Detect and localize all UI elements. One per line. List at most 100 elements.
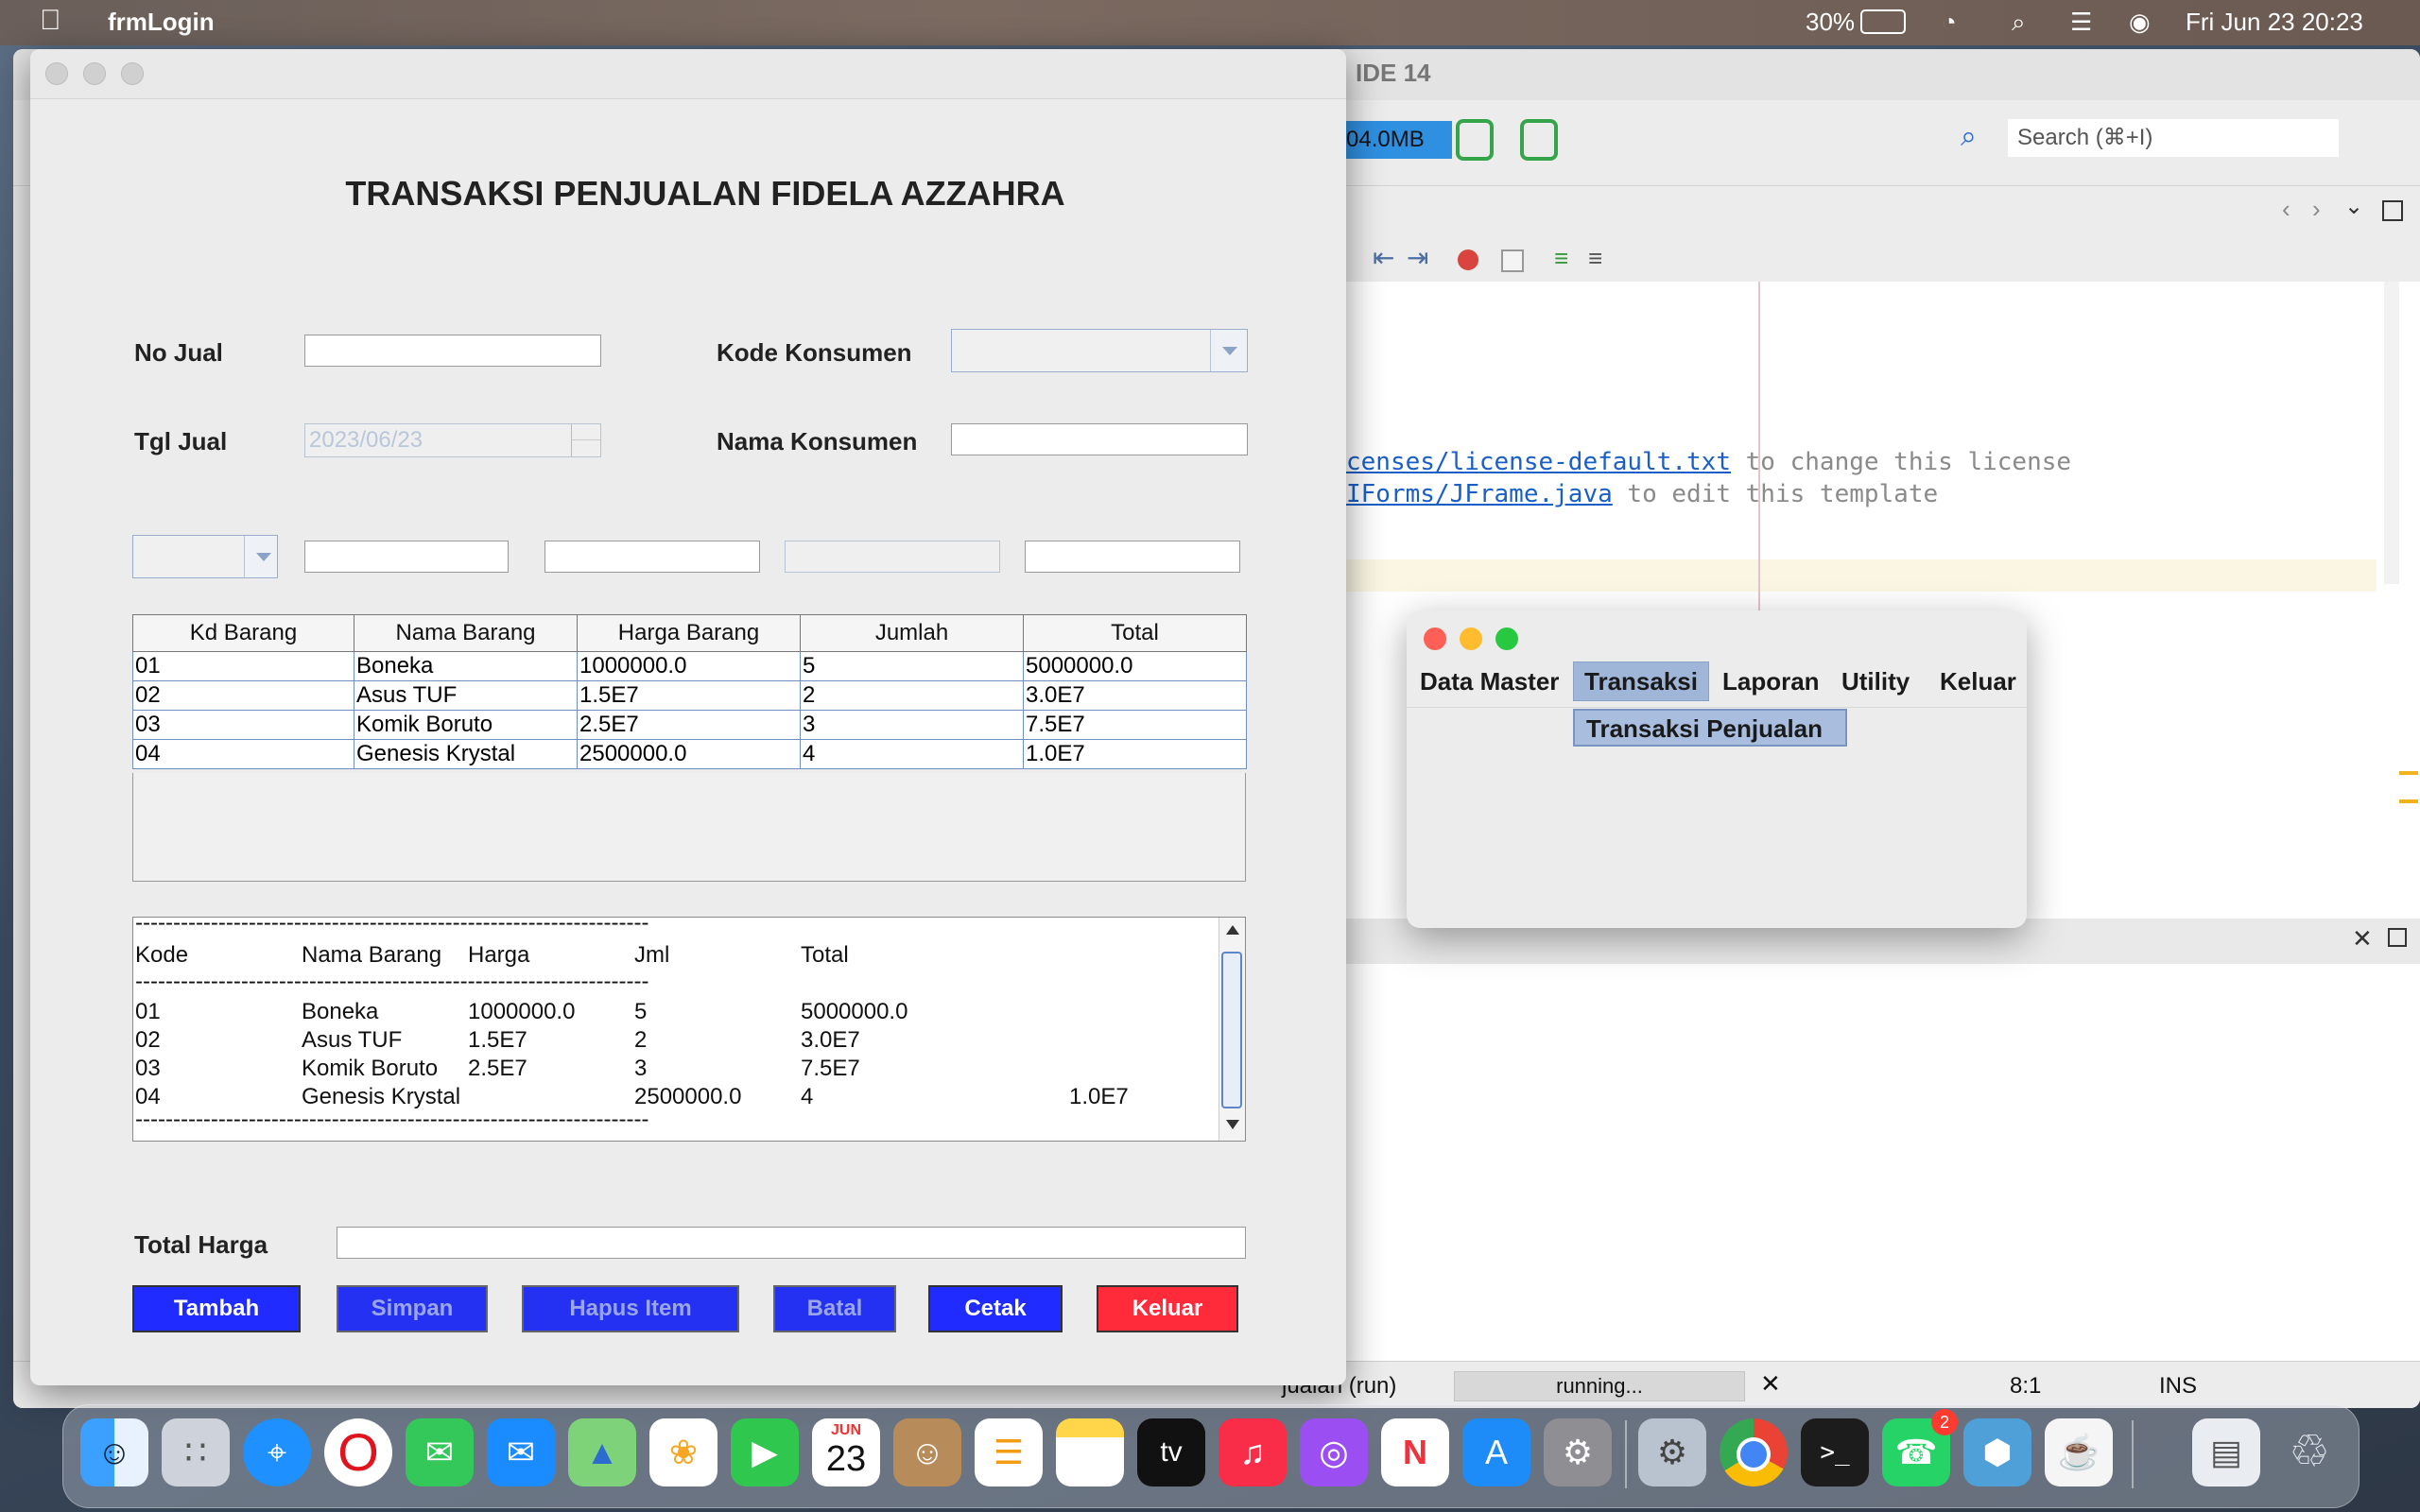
minimize-button[interactable]	[83, 62, 106, 85]
scroll-down-icon[interactable]	[1226, 1120, 1239, 1129]
col-total[interactable]: Total	[1023, 614, 1247, 652]
table-cell[interactable]: 5000000.0	[1023, 651, 1247, 681]
table-cell[interactable]: Asus TUF	[354, 680, 578, 711]
kode-konsumen-combo[interactable]	[951, 329, 1248, 372]
active-app-name[interactable]: frmLogin	[108, 8, 215, 37]
table-cell[interactable]: 1000000.0	[577, 651, 801, 681]
error-stripe-marker-2[interactable]	[2399, 799, 2418, 803]
app-store-icon[interactable]: A	[1462, 1418, 1530, 1486]
table-cell[interactable]: 7.5E7	[1023, 710, 1247, 740]
minimize-button[interactable]	[1460, 627, 1482, 650]
stop-macro-icon[interactable]	[1501, 249, 1524, 272]
kd-barang-combo[interactable]	[132, 535, 278, 578]
zoom-button[interactable]	[121, 62, 144, 85]
safari-icon[interactable]: ⌖	[243, 1418, 311, 1486]
tgl-jual-spinner[interactable]: 2023/06/23	[304, 423, 601, 457]
table-cell[interactable]: 1.0E7	[1023, 739, 1247, 769]
table-cell[interactable]: 04	[132, 739, 354, 769]
scroll-up-icon[interactable]	[1226, 925, 1239, 935]
photos-icon[interactable]: ❀	[649, 1418, 717, 1486]
table-cell[interactable]: 01	[132, 651, 354, 681]
no-jual-input[interactable]	[304, 335, 601, 367]
output-window[interactable]	[1346, 964, 2420, 1399]
contacts-icon[interactable]: ☺	[893, 1418, 961, 1486]
search-icon[interactable]: ⌕	[1961, 121, 1977, 153]
calendar-icon[interactable]: JUN 23	[812, 1418, 880, 1486]
profiler-icon[interactable]	[1456, 119, 1494, 161]
textarea-scrollbar[interactable]	[1219, 918, 1245, 1141]
scroll-thumb[interactable]	[1221, 952, 1242, 1108]
table-row[interactable]: 01 Boneka 1000000.0 5 5000000.0	[132, 651, 1247, 681]
menu-utility[interactable]: Utility	[1841, 667, 1910, 696]
menu-laporan[interactable]: Laporan	[1722, 667, 1820, 696]
shift-left-icon[interactable]: ⇤	[1373, 242, 1394, 273]
notes-icon[interactable]	[1056, 1418, 1124, 1486]
nama-konsumen-input[interactable]	[951, 423, 1248, 455]
nama-barang-input[interactable]	[304, 541, 509, 573]
tab-scroll-left-icon[interactable]: ‹	[2282, 195, 2290, 224]
launchpad-icon[interactable]: ∷	[162, 1418, 230, 1486]
maximize-icon[interactable]	[2382, 200, 2403, 221]
memory-indicator[interactable]: 04.0MB	[1346, 121, 1452, 159]
table-row[interactable]: 02 Asus TUF 1.5E7 2 3.0E7	[132, 680, 1247, 711]
wifi-icon[interactable]: ◔	[1942, 8, 1957, 37]
col-kd-barang[interactable]: Kd Barang	[132, 614, 354, 652]
control-center-icon[interactable]: ☰	[2070, 8, 2092, 37]
trash-icon[interactable]: ♲	[2275, 1418, 2343, 1486]
maps-icon[interactable]: ▲	[568, 1418, 636, 1486]
java-launcher-icon[interactable]: ☕	[2045, 1418, 2113, 1486]
chrome-icon[interactable]	[1720, 1418, 1788, 1486]
clock[interactable]: Fri Jun 23 20:23	[2186, 8, 2363, 37]
table-row[interactable]: 04 Genesis Krystal 2500000.0 4 1.0E7	[132, 739, 1247, 769]
menu-keluar[interactable]: Keluar	[1940, 667, 2016, 696]
simpan-button[interactable]: Simpan	[337, 1285, 488, 1332]
terminal-icon[interactable]: >_	[1801, 1418, 1869, 1486]
total-input[interactable]	[1025, 541, 1240, 573]
table-cell[interactable]: 2.5E7	[577, 710, 801, 740]
col-nama-barang[interactable]: Nama Barang	[354, 614, 578, 652]
finder-icon[interactable]: ☺	[80, 1418, 148, 1486]
table-cell[interactable]: 2	[800, 680, 1024, 711]
comment-icon[interactable]: ≡	[1554, 244, 1568, 273]
cancel-task-icon[interactable]: ✕	[1760, 1369, 1781, 1399]
table-cell[interactable]: 02	[132, 680, 354, 711]
jumlah-input[interactable]	[785, 541, 1000, 573]
gc-icon[interactable]	[1520, 119, 1558, 161]
table-cell[interactable]: 1.5E7	[577, 680, 801, 711]
music-icon[interactable]: ♫	[1219, 1418, 1287, 1486]
output-restore-icon[interactable]	[2388, 928, 2407, 947]
receipt-textarea[interactable]: ----------------------------------------…	[132, 917, 1246, 1142]
zoom-button[interactable]	[1495, 627, 1518, 650]
table-cell[interactable]: 3	[800, 710, 1024, 740]
netbeans-icon[interactable]: ⬢	[1963, 1418, 2031, 1486]
template-link[interactable]: IForms/JFrame.java	[1346, 480, 1613, 508]
menu-transaksi[interactable]: Transaksi	[1584, 667, 1698, 696]
output-close-icon[interactable]: ✕	[2352, 924, 2373, 954]
table-cell[interactable]: 3.0E7	[1023, 680, 1247, 711]
menu-data-master[interactable]: Data Master	[1420, 667, 1559, 696]
chevron-down-icon[interactable]	[1210, 330, 1247, 371]
col-jumlah[interactable]: Jumlah	[800, 614, 1024, 652]
downloads-stack-icon[interactable]: ▤	[2192, 1418, 2260, 1486]
license-link[interactable]: censes/license-default.txt	[1346, 448, 1731, 476]
items-table[interactable]: Kd Barang Nama Barang Harga Barang Jumla…	[132, 614, 1247, 769]
search-input[interactable]: Search (⌘+I)	[2008, 119, 2339, 157]
whatsapp-icon[interactable]: ☎ 2	[1882, 1409, 1958, 1486]
close-button[interactable]	[45, 62, 68, 85]
keluar-button[interactable]: Keluar	[1097, 1285, 1238, 1332]
col-harga-barang[interactable]: Harga Barang	[577, 614, 801, 652]
news-icon[interactable]: N	[1381, 1418, 1449, 1486]
table-cell[interactable]: 4	[800, 739, 1024, 769]
siri-icon[interactable]: ◉	[2129, 8, 2151, 37]
table-row[interactable]: 03 Komik Boruto 2.5E7 3 7.5E7	[132, 710, 1247, 740]
total-harga-input[interactable]	[337, 1227, 1246, 1259]
facetime-icon[interactable]: ▶	[731, 1418, 799, 1486]
system-settings-icon[interactable]: ⚙	[1544, 1418, 1612, 1486]
spotlight-icon[interactable]: ⌕	[2012, 8, 2026, 38]
close-button[interactable]	[1424, 627, 1446, 650]
apple-icon[interactable]: 	[40, 5, 61, 37]
table-cell[interactable]: Boneka	[354, 651, 578, 681]
record-macro-icon[interactable]	[1458, 249, 1478, 270]
uncomment-icon[interactable]: ≡	[1588, 244, 1602, 273]
shift-right-icon[interactable]: ⇥	[1407, 242, 1428, 273]
